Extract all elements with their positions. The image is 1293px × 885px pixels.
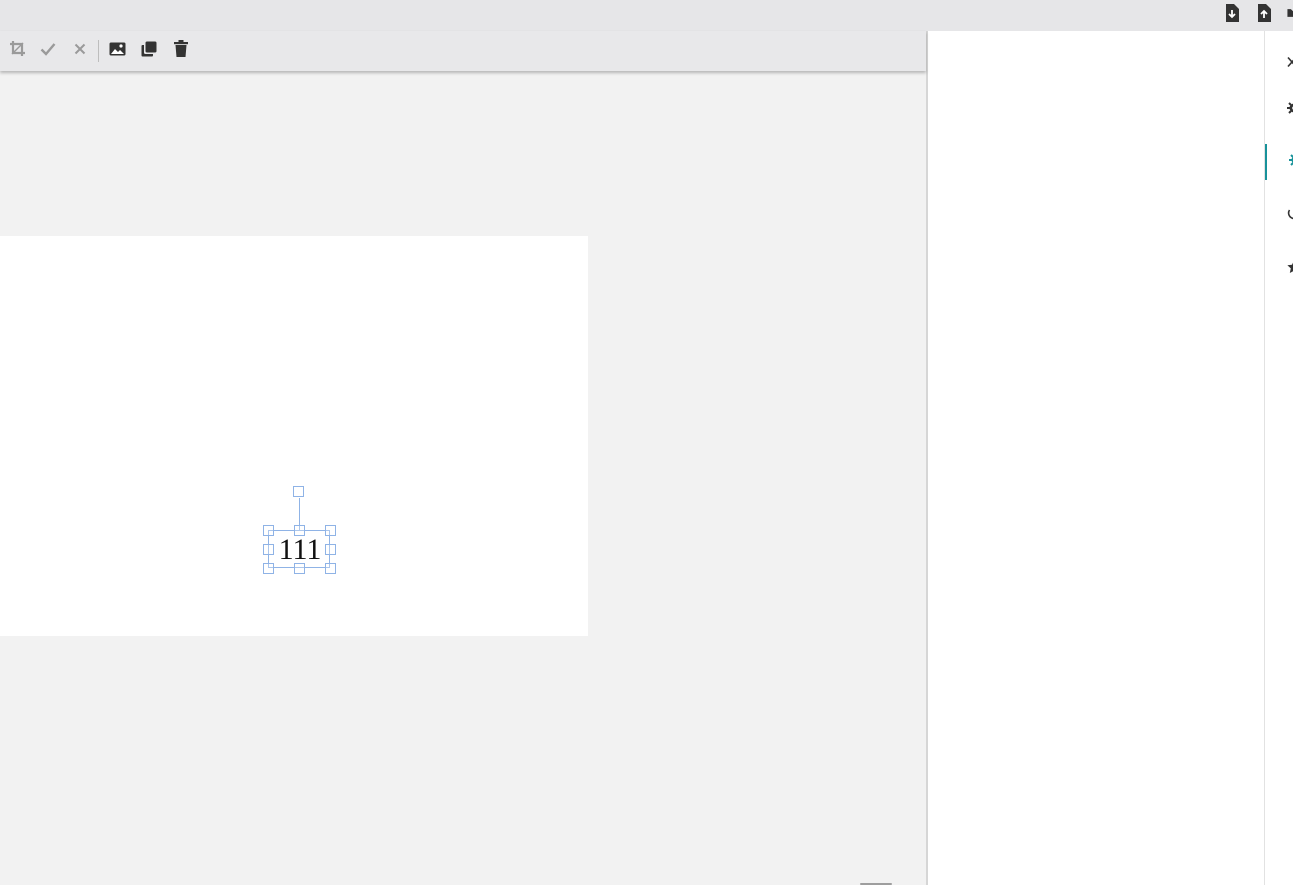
file-download-icon[interactable] (1223, 3, 1241, 23)
trash-icon (174, 40, 188, 62)
side-menu-settings[interactable] (1265, 92, 1293, 128)
rotation-handle[interactable] (293, 486, 304, 497)
side-menu-favorites[interactable] (1265, 251, 1293, 287)
star-icon (1287, 260, 1293, 279)
resize-handle-bottom[interactable] (294, 563, 305, 574)
resize-handle-bottom-right[interactable] (325, 563, 336, 574)
side-menu-close[interactable] (1265, 46, 1293, 82)
canvas-page[interactable] (0, 236, 588, 636)
top-bar (0, 0, 1293, 31)
check-icon (40, 42, 56, 61)
resize-handle-top[interactable] (294, 525, 305, 536)
toolbar-divider (98, 40, 99, 62)
properties-panel (926, 31, 1264, 885)
editor-toolbar (0, 31, 926, 71)
resize-handle-right[interactable] (325, 544, 336, 555)
file-icon[interactable] (1287, 3, 1293, 23)
image-icon (109, 42, 126, 61)
side-menu-history[interactable] (1265, 197, 1293, 233)
resize-handle-top-right[interactable] (325, 525, 336, 536)
history-icon (1287, 206, 1293, 225)
resize-handle-top-left[interactable] (263, 525, 274, 536)
delete-button[interactable] (165, 35, 197, 67)
top-bar-actions (1223, 3, 1293, 23)
close-icon (1287, 55, 1293, 73)
apply-button[interactable] (32, 35, 64, 67)
side-menu-settings-active[interactable] (1265, 144, 1293, 180)
close-icon (74, 42, 86, 60)
cancel-button[interactable] (64, 35, 96, 67)
crop-button[interactable] (2, 35, 32, 67)
gear-icon (1287, 100, 1293, 120)
resize-handle-bottom-left[interactable] (263, 563, 274, 574)
resize-handle-left[interactable] (263, 544, 274, 555)
duplicate-button[interactable] (133, 35, 165, 67)
crop-icon (9, 40, 26, 62)
file-upload-icon[interactable] (1255, 3, 1273, 23)
side-menu (1264, 31, 1293, 885)
copy-icon (141, 41, 157, 62)
insert-image-button[interactable] (101, 35, 133, 67)
gear-icon (1289, 153, 1293, 172)
